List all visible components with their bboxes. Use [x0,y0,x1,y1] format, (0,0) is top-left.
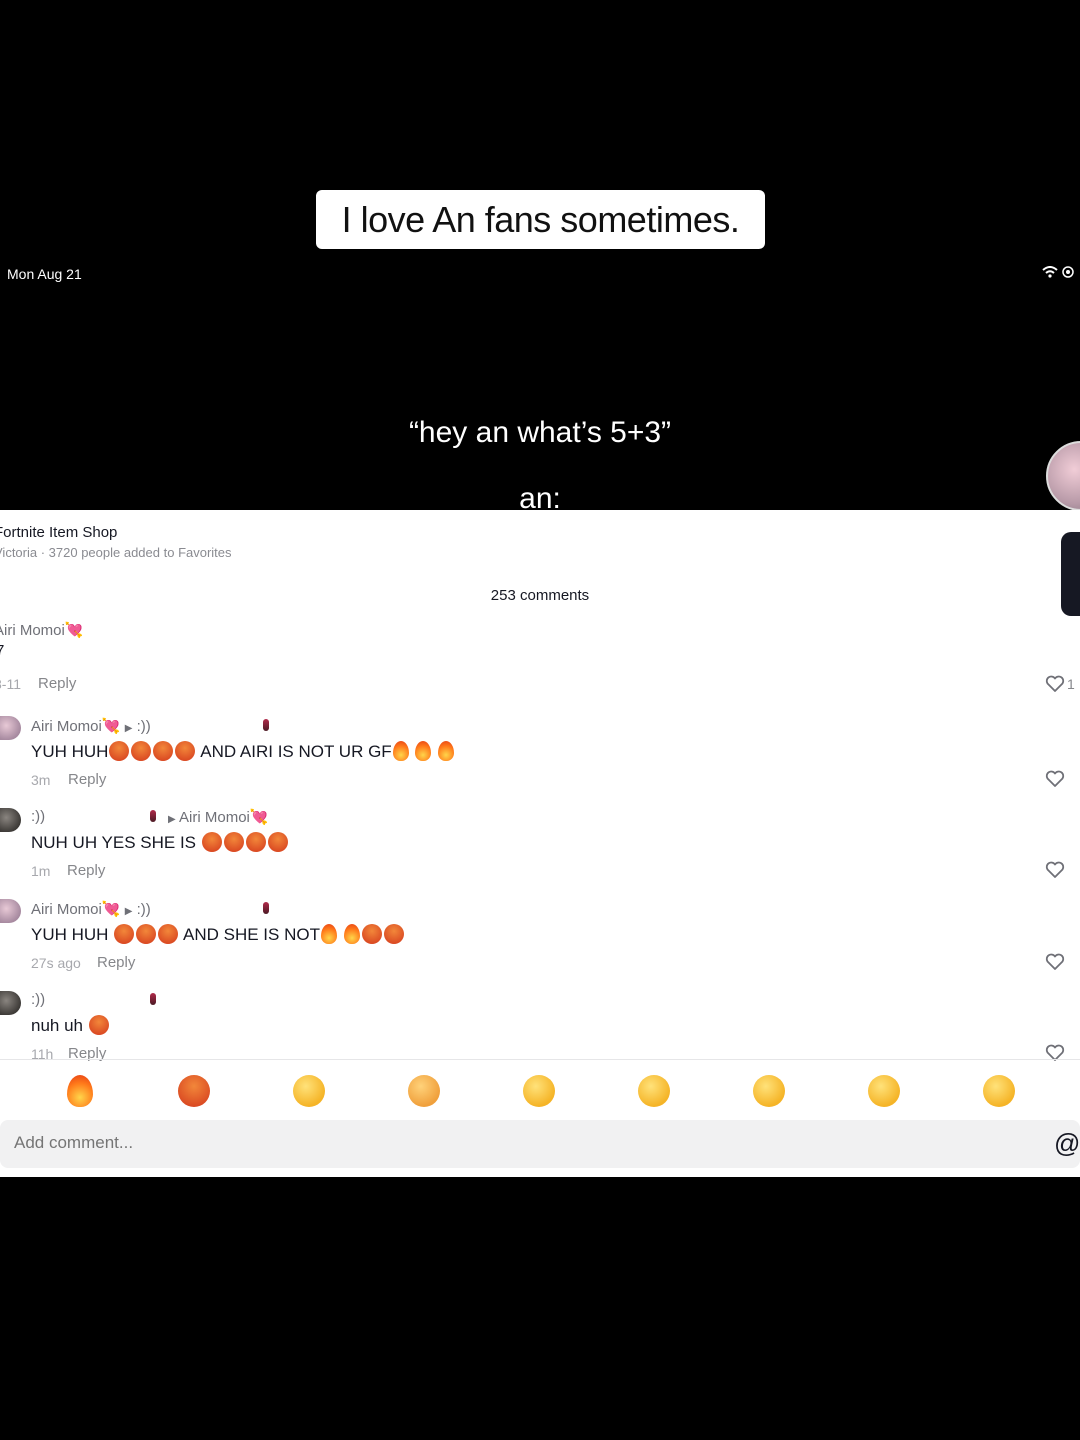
angry-face-icon [114,924,135,944]
comment-text-part: nuh uh [31,1016,83,1035]
comment-author[interactable]: Airi Momoi💘 [31,901,121,918]
angry-face-icon [109,741,130,761]
comments-panel: Fortnite Item Shop Victoria · 3720 peopl… [0,510,1080,1177]
reply-arrow-icon: ▶ [124,723,133,734]
comment-author[interactable]: :)) [31,808,45,825]
video-text-line-1: “hey an what’s 5+3” [408,416,672,449]
reply-to-name[interactable]: :)) [137,901,151,918]
video-caption: I love An fans sometimes. [316,190,765,249]
comment-text-part: NUH UH YES SHE IS [31,833,197,852]
comment-input[interactable] [14,1133,914,1153]
comment-time: 1m [31,863,51,879]
sweat-smile-emoji-button[interactable] [868,1075,900,1107]
emoji-bar [0,1063,1080,1115]
comment-author[interactable]: Airi Momoi💘 [0,621,84,639]
smiling-hearts-emoji-button[interactable] [408,1075,440,1107]
status-date: Mon Aug 21 [7,266,82,282]
reply-arrow-icon: ▶ [168,814,176,825]
comments-count: 253 comments [490,587,590,604]
angry-face-icon [175,741,196,761]
bug-icon [150,993,156,1005]
shop-subtitle: Victoria · 3720 people added to Favorite… [0,545,232,560]
wifi-icon [1042,266,1058,278]
angry-face-icon [361,924,382,944]
reply-to-name[interactable]: :)) [137,718,151,735]
avatar[interactable] [0,808,21,832]
heart-icon[interactable] [1045,953,1065,971]
heart-icon[interactable] [1045,861,1065,879]
reply-button[interactable]: Reply [68,771,106,788]
angry-face-icon [383,924,404,944]
bug-icon [263,719,269,731]
angry-face-icon [223,832,244,852]
reply-button[interactable]: Reply [97,954,135,971]
comment-text-part: AND AIRI IS NOT UR GF [200,742,392,761]
comment-time: 3m [31,772,51,788]
comment-time: 8-11 [0,676,21,692]
angry-face-icon [267,832,288,852]
fire-icon [415,741,432,761]
comment-input-bar: @ [0,1120,1080,1168]
fire-icon [438,741,455,761]
reply-button[interactable]: Reply [67,862,105,879]
comment-text: YUH HUH AND SHE IS NOT [31,924,405,945]
comment-text: 7 [0,642,5,659]
shop-title[interactable]: Fortnite Item Shop [0,524,117,541]
comment-author-line: Airi Momoi💘 ▶ :)) [31,900,151,918]
flushed-emoji-button[interactable] [638,1075,670,1107]
comment-author-line: :)) [31,808,45,825]
caption-text: I love An fans sometimes. [341,198,740,240]
fire-icon [343,924,360,944]
comment-text: nuh uh [31,1015,110,1036]
angry-face-icon [136,924,157,944]
fire-emoji-button[interactable] [67,1075,93,1107]
bug-icon [263,902,269,914]
divider [0,1059,1080,1060]
like-count: 1 [1067,676,1075,692]
comment-text-part: YUH HUH [31,742,109,761]
smirk-emoji-button[interactable] [753,1075,785,1107]
bug-icon [150,810,156,822]
comment-author[interactable]: :)) [31,991,45,1008]
angry-emoji-button[interactable] [178,1075,210,1107]
fire-icon [320,924,337,944]
angry-face-icon [153,741,174,761]
avatar[interactable] [0,991,21,1015]
comment-author[interactable]: Airi Momoi💘 [31,718,121,735]
comment-text: NUH UH YES SHE IS [31,832,289,853]
grin-emoji-button[interactable] [293,1075,325,1107]
video-text-line-2: an: [519,482,561,510]
heart-icon[interactable] [1045,770,1065,788]
avatar[interactable] [0,899,21,923]
pleading-emoji-button[interactable] [983,1075,1015,1107]
heart-icon[interactable] [1045,675,1065,693]
comment-time: 27s ago [31,955,81,971]
reply-to-line: ▶ Airi Momoi💘 [168,808,269,826]
angry-face-icon [245,832,266,852]
reply-arrow-icon: ▶ [124,906,133,917]
tears-of-joy-emoji-button[interactable] [523,1075,555,1107]
angry-face-icon [131,741,152,761]
fire-icon [392,741,409,761]
angry-face-icon [88,1015,109,1035]
status-icons [1042,266,1074,278]
comment-text-part: AND SHE IS NOT [182,925,320,944]
orientation-lock-icon [1062,266,1074,278]
comment-text: YUH HUH AND AIRI IS NOT UR GF [31,741,455,762]
mention-icon[interactable]: @ [1054,1128,1080,1159]
comment-author-line: Airi Momoi💘 ▶ :)) [31,717,151,735]
reply-to-name[interactable]: Airi Momoi💘 [179,809,269,826]
avatar[interactable] [0,716,21,740]
reply-button[interactable]: Reply [38,675,76,692]
comment-text-part: YUH HUH [31,925,109,944]
angry-face-icon [158,924,179,944]
angry-face-icon [201,832,222,852]
